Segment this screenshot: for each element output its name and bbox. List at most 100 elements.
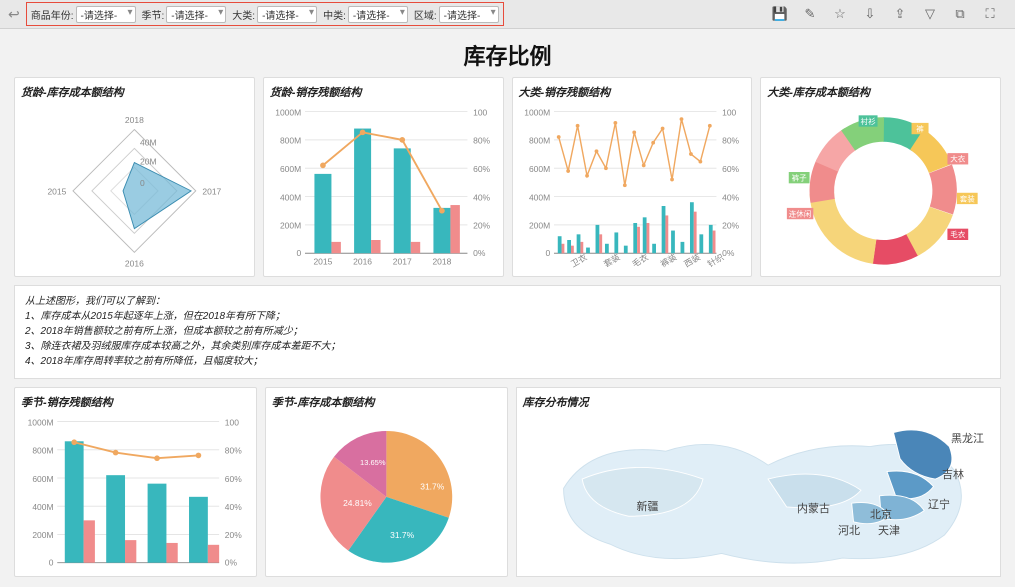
back-icon[interactable]: ↩ <box>8 6 20 23</box>
svg-text:600M: 600M <box>32 474 53 484</box>
svg-text:卫衣: 卫衣 <box>568 252 588 269</box>
notes-card: 从上述图形，我们可以了解到： 1、库存成本从2015年起逐年上涨，但在2018年… <box>14 285 1001 379</box>
card-map: 库存分布情况 黑龙江 吉林 辽宁 北京 天津 河北 内蒙古 新疆 <box>516 387 1002 577</box>
svg-text:80%: 80% <box>473 136 490 146</box>
svg-text:600M: 600M <box>280 164 301 174</box>
card-donut: 大类-库存成本额结构 衬衫 裤 大衣 套装 毛衣 连休闲 裤子 <box>760 77 1001 277</box>
notes-line: 1、库存成本从2015年起逐年上涨，但在2018年有所下降； <box>25 309 990 324</box>
china-map <box>523 414 995 572</box>
map-label: 河北 <box>838 522 860 538</box>
filter-label: 区域: <box>414 7 437 22</box>
share-icon[interactable]: ⇪ <box>893 7 907 21</box>
toolbar-icons: 💾 ✎ ☆ ⇩ ⇪ ▽ ⧉ ⛶ <box>773 7 1007 21</box>
chart-grid-row1: 货龄-库存成本额结构 2018 2017 2016 2015 40M 20M 0… <box>0 77 1015 285</box>
map-label: 黑龙江 <box>951 430 984 446</box>
svg-text:40%: 40% <box>473 192 490 202</box>
svg-text:2018: 2018 <box>432 257 451 267</box>
chart-title: 货龄-销存残额结构 <box>270 84 497 100</box>
svg-text:西装: 西装 <box>682 252 702 269</box>
card-bar2: 大类-销存残额结构 1000M 800M 600M 400M 200M 0 10… <box>512 77 753 277</box>
filter-select-season[interactable]: -请选择- <box>166 6 226 23</box>
chart-title: 季节-库存成本额结构 <box>272 394 501 410</box>
filter-select-mid[interactable]: -请选择- <box>348 6 408 23</box>
bar-chart-3: 1000M 800M 600M 400M 200M 0 100 80% 60% … <box>21 414 250 574</box>
svg-text:60%: 60% <box>722 164 739 174</box>
svg-text:80%: 80% <box>225 446 242 456</box>
map-label: 新疆 <box>637 498 659 514</box>
svg-text:200M: 200M <box>528 221 549 231</box>
svg-text:40%: 40% <box>225 502 242 512</box>
svg-text:400M: 400M <box>280 192 301 202</box>
filter-mid: 中类: -请选择- <box>321 6 410 23</box>
svg-text:600M: 600M <box>528 164 549 174</box>
card-bar3: 季节-销存残额结构 1000M 800M 600M 400M 200M 0 10… <box>14 387 257 577</box>
svg-text:0: 0 <box>140 178 145 188</box>
svg-text:2016: 2016 <box>125 258 144 268</box>
svg-text:套装: 套装 <box>960 193 976 203</box>
fullscreen-icon[interactable]: ⛶ <box>983 7 997 21</box>
filter-region: 区域: -请选择- <box>412 6 501 23</box>
svg-text:2018: 2018 <box>125 115 144 125</box>
svg-text:1000M: 1000M <box>28 417 54 427</box>
svg-text:100: 100 <box>225 417 239 427</box>
card-pie: 季节-库存成本额结构 31.7% 31.7% 24.81% 13.65% <box>265 387 508 577</box>
copy-icon[interactable]: ⧉ <box>953 7 967 21</box>
pie-chart: 31.7% 31.7% 24.81% 13.65% <box>272 414 501 574</box>
svg-text:0: 0 <box>545 248 550 258</box>
svg-text:24.81%: 24.81% <box>343 498 372 508</box>
svg-text:100: 100 <box>473 107 487 117</box>
svg-text:2015: 2015 <box>47 187 66 197</box>
svg-text:20%: 20% <box>722 221 739 231</box>
svg-text:200M: 200M <box>32 530 53 540</box>
svg-text:1000M: 1000M <box>524 107 550 117</box>
map-label: 天津 <box>878 522 900 538</box>
svg-text:60%: 60% <box>225 474 242 484</box>
edit-icon[interactable]: ✎ <box>803 7 817 21</box>
notes-line: 3、除连衣裙及羽绒服库存成本较高之外，其余类别库存成本差距不大； <box>25 339 990 354</box>
filter-highlight-box: 商品年份: -请选择- 季节: -请选择- 大类: -请选择- 中类: -请选择… <box>26 2 504 26</box>
svg-text:0%: 0% <box>473 248 486 258</box>
chart-title: 库存分布情况 <box>523 394 995 410</box>
svg-text:0: 0 <box>49 558 54 568</box>
svg-text:31.7%: 31.7% <box>420 481 444 491</box>
svg-text:1000M: 1000M <box>275 107 301 117</box>
svg-text:60%: 60% <box>473 164 490 174</box>
svg-text:800M: 800M <box>280 136 301 146</box>
svg-text:裤: 裤 <box>917 123 925 133</box>
filter-label: 大类: <box>232 7 255 22</box>
filter-select-year[interactable]: -请选择- <box>76 6 136 23</box>
chart-title: 大类-销存残额结构 <box>519 84 746 100</box>
svg-text:80%: 80% <box>722 136 739 146</box>
chart-grid-row2: 季节-销存残额结构 1000M 800M 600M 400M 200M 0 10… <box>0 387 1015 587</box>
svg-text:衬衫: 衬衫 <box>861 116 877 126</box>
filter-label: 季节: <box>142 7 165 22</box>
export-icon[interactable]: ⇩ <box>863 7 877 21</box>
svg-text:0%: 0% <box>722 248 735 258</box>
chart-title: 大类-库存成本额结构 <box>767 84 994 100</box>
filter-select-region[interactable]: -请选择- <box>439 6 499 23</box>
svg-text:13.65%: 13.65% <box>360 458 386 467</box>
svg-text:31.7%: 31.7% <box>390 530 414 540</box>
svg-text:20M: 20M <box>140 156 157 166</box>
filter-select-major[interactable]: -请选择- <box>257 6 317 23</box>
save-icon[interactable]: 💾 <box>773 7 787 21</box>
svg-text:400M: 400M <box>528 192 549 202</box>
svg-text:800M: 800M <box>32 446 53 456</box>
notes-heading: 从上述图形，我们可以了解到： <box>25 294 990 309</box>
card-radar: 货龄-库存成本额结构 2018 2017 2016 2015 40M 20M 0 <box>14 77 255 277</box>
svg-text:40M: 40M <box>140 138 157 148</box>
svg-text:套装: 套装 <box>601 252 621 269</box>
star-icon[interactable]: ☆ <box>833 7 847 21</box>
svg-text:裤子: 裤子 <box>792 173 808 183</box>
svg-text:2015: 2015 <box>313 257 332 267</box>
svg-text:2017: 2017 <box>202 187 221 197</box>
svg-text:40%: 40% <box>722 192 739 202</box>
svg-text:2016: 2016 <box>353 257 372 267</box>
svg-text:2017: 2017 <box>393 257 412 267</box>
page-title: 库存比例 <box>0 29 1015 77</box>
filter-icon[interactable]: ▽ <box>923 7 937 21</box>
notes-row: 从上述图形，我们可以了解到： 1、库存成本从2015年起逐年上涨，但在2018年… <box>0 285 1015 387</box>
svg-text:0: 0 <box>296 248 301 258</box>
bar-chart-1: 1000M 800M 600M 400M 200M 0 100 80% 60% … <box>270 104 497 274</box>
svg-text:20%: 20% <box>225 530 242 540</box>
